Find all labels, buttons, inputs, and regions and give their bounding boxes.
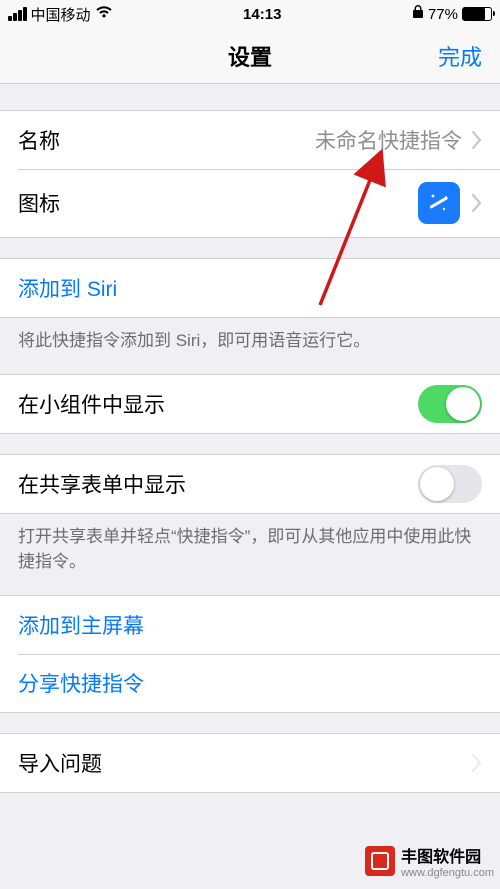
row-share-shortcut[interactable]: 分享快捷指令 [0,654,500,712]
carrier-label: 中国移动 [31,4,91,25]
row-import[interactable]: 导入问题 [0,734,500,792]
widget-toggle[interactable] [418,385,482,423]
group-import: 导入问题 [0,733,500,793]
group-actions: 添加到主屏幕 分享快捷指令 [0,595,500,713]
group-basic: 名称 未命名快捷指令 图标 [0,110,500,238]
row-share-sheet: 在共享表单中显示 [0,455,500,513]
watermark-name: 丰图软件园 [401,849,481,866]
row-widget: 在小组件中显示 [0,375,500,433]
lock-icon [412,5,424,23]
row-icon[interactable]: 图标 [0,169,500,237]
group-widget: 在小组件中显示 [0,374,500,434]
wifi-icon [95,5,113,23]
share-sheet-footer: 打开共享表单并轻点“快捷指令”，即可从其他应用中使用此快捷指令。 [0,514,500,575]
row-add-siri[interactable]: 添加到 Siri [0,259,500,317]
watermark-url: www.dgfengtu.com [401,867,494,879]
chevron-right-icon [472,754,482,772]
group-share-sheet: 在共享表单中显示 [0,454,500,514]
row-add-home[interactable]: 添加到主屏幕 [0,596,500,654]
name-label: 名称 [18,125,60,155]
page-title: 设置 [228,40,272,72]
share-sheet-label: 在共享表单中显示 [18,469,186,499]
group-siri: 添加到 Siri [0,258,500,318]
add-home-label: 添加到主屏幕 [18,610,144,640]
share-sheet-toggle[interactable] [418,465,482,503]
watermark-icon [365,846,395,876]
import-label: 导入问题 [18,748,102,778]
icon-label: 图标 [18,188,60,218]
status-time: 14:13 [113,6,412,23]
share-shortcut-label: 分享快捷指令 [18,668,144,698]
chevron-right-icon [472,194,482,212]
status-bar: 中国移动 14:13 77% [0,0,500,28]
chevron-right-icon [472,131,482,149]
shortcut-icon [418,182,460,224]
siri-footer: 将此快捷指令添加到 Siri，即可用语音运行它。 [0,318,500,354]
name-value: 未命名快捷指令 [315,125,462,155]
signal-icon [8,7,27,21]
nav-bar: 设置 完成 [0,28,500,84]
battery-pct: 77% [428,6,458,23]
watermark: 丰图软件园 www.dgfengtu.com [365,843,494,879]
siri-label: 添加到 Siri [18,273,117,303]
widget-label: 在小组件中显示 [18,389,165,419]
row-name[interactable]: 名称 未命名快捷指令 [0,111,500,169]
done-button[interactable]: 完成 [438,40,482,72]
battery-icon [462,7,492,21]
